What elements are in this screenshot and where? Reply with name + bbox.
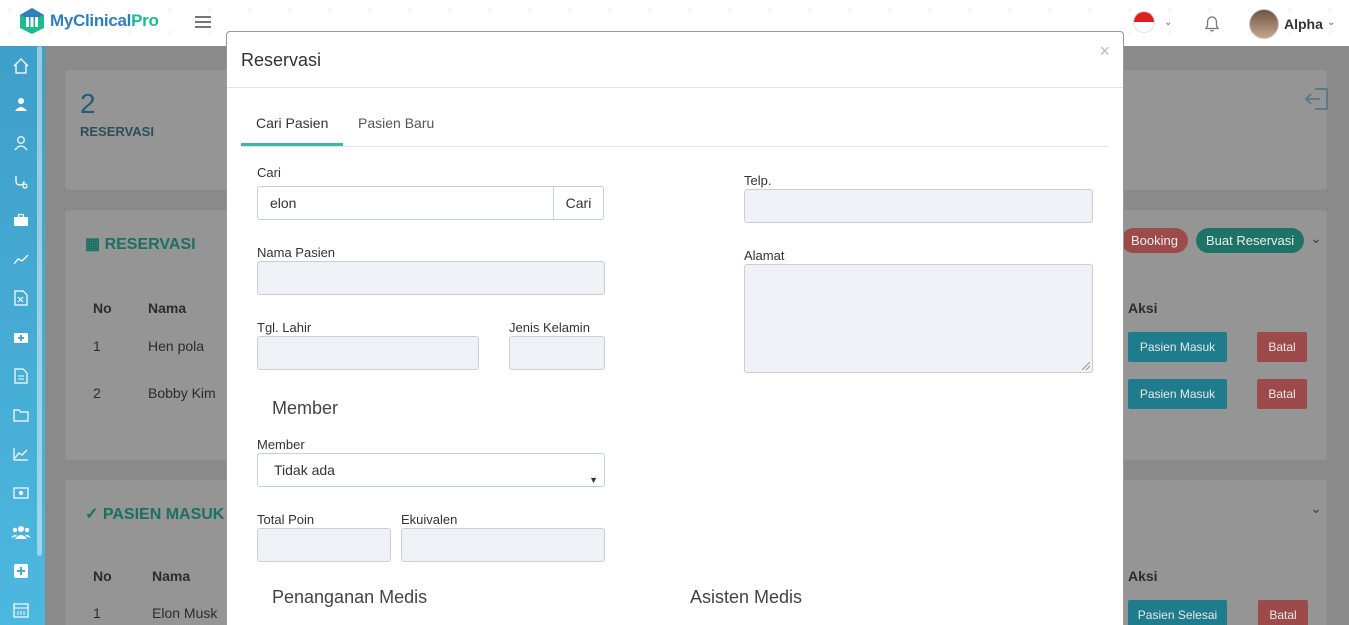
calendar-small-icon: ▦ [85,236,101,253]
collapse-chevron-icon[interactable]: ⌄ [1310,230,1322,247]
modal-header: Reservasi × [227,32,1123,88]
user-avatar[interactable] [1249,9,1279,39]
logo-icon [18,7,46,35]
menu-toggle-icon[interactable] [195,16,211,31]
nama-pasien-field[interactable] [257,261,605,295]
total-poin-label: Total Poin [257,512,315,527]
penanganan-medis-title: Penanganan Medis [272,587,428,607]
member-section-title: Member [272,398,339,418]
brand-name: MyClinicalPro [50,11,159,31]
ekuivalen-label: Ekuivalen [401,512,458,527]
document-icon[interactable] [11,366,31,386]
member-label: Member [257,437,305,452]
buat-reservasi-button[interactable]: Buat Reservasi [1196,228,1305,253]
notification-bell-icon[interactable] [1203,15,1221,36]
reservasi-heading: ▦ RESERVASI [85,234,196,254]
app-logo[interactable]: MyClinicalPro [18,7,159,35]
search-input[interactable]: elon [257,186,554,220]
telp-label: Telp. [744,173,772,188]
batal-button[interactable]: Batal [1257,332,1307,362]
modal-tabs: Cari Pasien Pasien Baru [241,102,1109,147]
stethoscope-icon[interactable] [11,172,31,192]
briefcase-icon[interactable] [11,210,31,230]
tgl-lahir-field[interactable] [257,336,479,370]
stat-label: RESERVASI [80,124,154,139]
pasien-masuk-button[interactable]: Pasien Masuk [1128,332,1227,362]
user-name[interactable]: Alpha [1284,16,1323,32]
select-arrow-icon: ▼ [589,475,598,485]
table1-header-nama: Nama [148,300,187,316]
logout-icon[interactable] [1303,85,1331,116]
tgl-lahir-label: Tgl. Lahir [257,320,312,335]
batal-button[interactable]: Batal [1258,600,1308,625]
doctor-icon[interactable] [11,94,31,114]
table1-header-no: No [93,300,112,316]
medkit-icon[interactable] [11,327,31,347]
nama-pasien-label: Nama Pasien [257,245,336,260]
user-icon[interactable] [11,133,31,153]
modal-title: Reservasi [241,50,322,70]
table2-row1-nama: Elon Musk [152,605,218,621]
area-chart-icon[interactable] [11,444,31,464]
tab-cari-pasien[interactable]: Cari Pasien [256,115,328,131]
table2-row1-no: 1 [93,605,101,621]
chart-line-icon[interactable] [11,249,31,269]
stat-count: 2 [80,88,96,119]
close-icon[interactable]: × [1099,41,1110,62]
plus-square-icon[interactable] [11,561,31,581]
member-selected-value: Tidak ada [274,462,335,478]
table1-header-aksi: Aksi [1128,300,1158,316]
alamat-textarea[interactable] [744,264,1093,373]
booking-button[interactable]: Booking [1121,228,1188,253]
table1-row2-nama: Bobby Kim [148,385,216,401]
brand-accent: Pro [131,11,159,30]
batal-button[interactable]: Batal [1257,379,1307,409]
reservasi-title: RESERVASI [104,236,196,253]
calendar-icon[interactable] [11,600,31,620]
textarea-resize-handle[interactable] [1082,362,1090,370]
member-select[interactable]: Tidak ada ▼ [257,453,605,487]
reservasi-modal: Reservasi × Cari Pasien Pasien Baru Cari… [226,31,1124,625]
pasien-masuk-heading: ✓ PASIEN MASUK [85,504,224,524]
cari-button[interactable]: Cari [553,186,604,220]
sidebar-scrollbar[interactable] [37,46,42,556]
collapse-chevron-icon[interactable]: ⌄ [1310,500,1322,517]
table1-row1-nama: Hen pola [148,338,205,354]
telp-field[interactable] [744,189,1093,223]
money-icon[interactable] [11,483,31,503]
table1-row1-no: 1 [93,338,101,354]
brand-main: MyClinical [50,11,132,30]
pasien-masuk-button[interactable]: Pasien Masuk [1128,379,1227,409]
tab-pasien-baru[interactable]: Pasien Baru [358,115,434,131]
check-circle-icon: ✓ [85,506,99,523]
jenis-kelamin-field[interactable] [509,336,605,370]
active-tab-indicator [241,143,343,146]
table2-header-nama: Nama [152,568,191,584]
table2-header-aksi: Aksi [1128,568,1158,584]
excel-file-icon[interactable] [11,288,31,308]
alamat-label: Alamat [744,248,785,263]
ekuivalen-field[interactable] [401,528,605,562]
left-sidebar [0,46,45,625]
user-menu-chevron-icon[interactable]: ⌄ [1327,17,1335,28]
asisten-medis-title: Asisten Medis [690,587,803,607]
folder-icon[interactable] [11,405,31,425]
home-icon[interactable] [11,56,31,76]
pasien-masuk-title: PASIEN MASUK [102,506,225,523]
table1-row2-no: 2 [93,385,101,401]
jenis-kelamin-label: Jenis Kelamin [509,320,590,335]
cari-label: Cari [257,165,281,180]
language-flag-icon[interactable] [1133,11,1155,33]
total-poin-field[interactable] [257,528,391,562]
table2-header-no: No [93,568,112,584]
users-icon[interactable] [11,522,31,542]
chevron-down-icon[interactable]: ⌄ [1164,17,1172,28]
pasien-selesai-button[interactable]: Pasien Selesai [1128,600,1227,625]
